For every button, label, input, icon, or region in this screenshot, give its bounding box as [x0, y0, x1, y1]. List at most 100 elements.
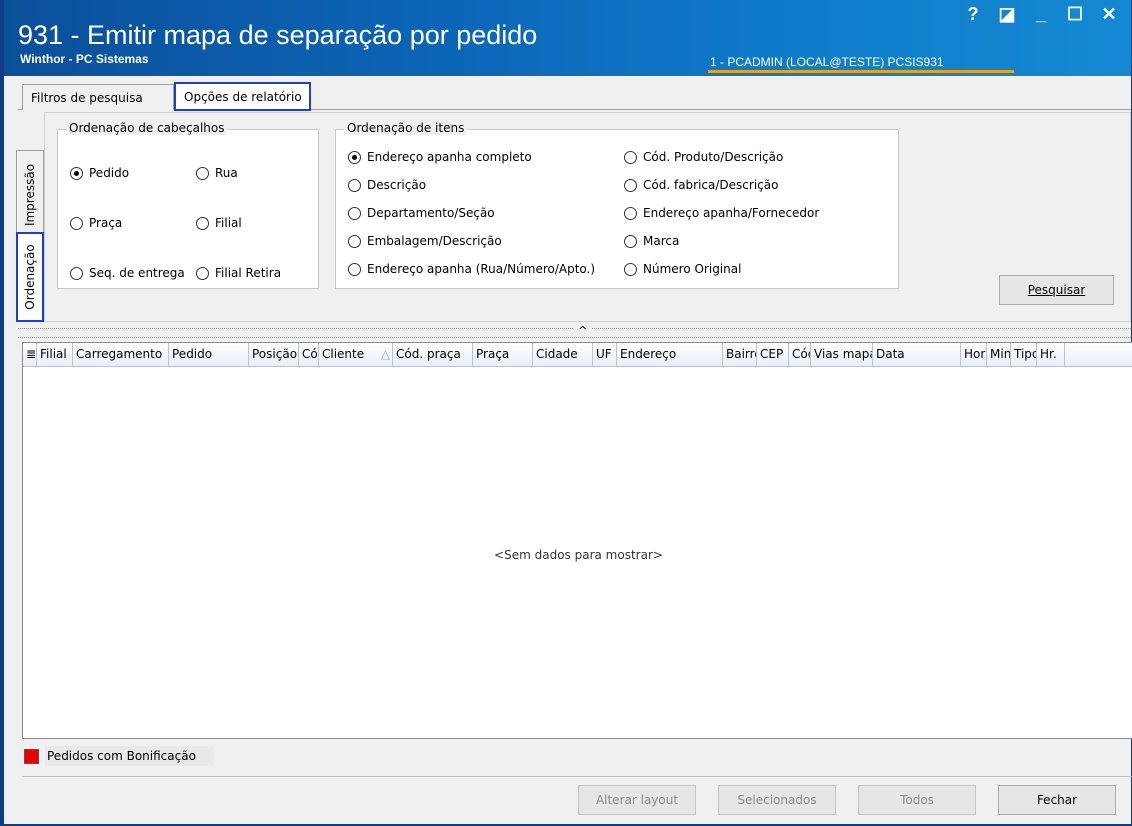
column-header-cidade[interactable]: Cidade — [533, 343, 593, 367]
radio-endereco-fornecedor[interactable]: Endereço apanha/Fornecedor — [624, 206, 819, 220]
radio-pedido[interactable]: Pedido — [70, 166, 129, 180]
radio-label: Número Original — [643, 262, 742, 276]
radio-numero-original[interactable]: Número Original — [624, 262, 741, 276]
radio-marca[interactable]: Marca — [624, 234, 679, 248]
panel-splitter[interactable]: ^ — [18, 324, 1131, 338]
column-header-praca[interactable]: Praça — [473, 343, 533, 367]
column-header-pedido[interactable]: Pedido — [169, 343, 249, 367]
user-info-underline — [708, 70, 1014, 73]
tab-impressao-label: Impressão — [23, 163, 37, 227]
radio-label: Seq. de entrega — [89, 266, 185, 280]
column-header-bairro[interactable]: Bairro — [723, 343, 757, 367]
app-window: 931 - Emitir mapa de separação por pedid… — [0, 0, 1132, 826]
window-subtitle: Winthor - PC Sistemas — [20, 52, 149, 66]
radio-label: Rua — [215, 166, 238, 180]
minimize-icon[interactable]: _ — [1031, 4, 1051, 25]
grid-header: ≣ Filial Carregamento Pedido Posição Cód… — [23, 343, 1132, 367]
column-header-filial[interactable]: Filial — [37, 343, 73, 367]
column-chooser-icon[interactable]: ≣ — [23, 343, 37, 367]
radio-embalagem-descricao[interactable]: Embalagem/Descrição — [348, 234, 502, 248]
radio-label: Endereço apanha/Fornecedor — [643, 206, 820, 220]
radio-unchecked-icon — [348, 262, 361, 276]
column-header-vias-mapa[interactable]: Vias mapa — [811, 343, 873, 367]
fechar-button[interactable]: Fechar — [998, 785, 1116, 815]
footer-bar: Alterar layout Selecionados Todos Fechar — [22, 776, 1132, 820]
ordenacao-panel: Ordenação de cabeçalhos Pedido Rua Praça… — [44, 112, 1131, 322]
user-info: 1 - PCADMIN (LOCAL@TESTE) PCSIS931 — [710, 55, 944, 69]
radio-unchecked-icon — [624, 206, 637, 220]
radio-praca[interactable]: Praça — [70, 216, 122, 230]
radio-cod-fabrica[interactable]: Cód. fabrica/Descrição — [624, 178, 778, 192]
collapse-arrow-icon[interactable]: ^ — [574, 324, 592, 337]
tab-opcoes-relatorio[interactable]: Opções de relatório — [174, 82, 311, 111]
tab-ordenacao-label: Ordenação — [23, 244, 37, 310]
radio-departamento-secao[interactable]: Departamento/Seção — [348, 206, 495, 220]
radio-unchecked-icon — [624, 150, 637, 164]
selecionados-button[interactable]: Selecionados — [718, 785, 836, 815]
radio-descricao[interactable]: Descrição — [348, 178, 426, 192]
todos-button[interactable]: Todos — [858, 785, 976, 815]
main-tabs: Filtros de pesquisa Opções de relatório — [18, 82, 1131, 111]
radio-seq-entrega[interactable]: Seq. de entrega — [70, 266, 185, 280]
window-title: 931 - Emitir mapa de separação por pedid… — [18, 20, 538, 50]
radio-unchecked-icon — [624, 262, 637, 276]
radio-label: Filial — [215, 216, 242, 230]
column-header-tipo[interactable]: Tipo — [1011, 343, 1037, 367]
column-header-endereco[interactable]: Endereço — [617, 343, 723, 367]
column-label: Cliente — [322, 347, 365, 361]
radio-unchecked-icon — [196, 166, 209, 180]
radio-label: Pedido — [89, 166, 130, 180]
restore-icon[interactable]: ◪ — [997, 4, 1017, 25]
column-header-uf[interactable]: UF — [593, 343, 617, 367]
group-title: Ordenação de cabeçalhos — [66, 121, 228, 135]
column-header-hora[interactable]: Hora — [961, 343, 987, 367]
column-header-cliente[interactable]: Cliente △ — [319, 343, 393, 367]
help-icon[interactable]: ? — [963, 4, 983, 25]
ordenacao-itens-group: Ordenação de itens Endereço apanha compl… — [335, 121, 899, 289]
column-header-minuto[interactable]: Min — [987, 343, 1011, 367]
close-icon[interactable]: ✕ — [1099, 4, 1119, 25]
radio-filial-retira[interactable]: Filial Retira — [196, 266, 281, 280]
sort-asc-icon: △ — [380, 347, 390, 361]
tab-ordenacao[interactable]: Ordenação — [16, 232, 44, 322]
bonificacao-legend-label: Pedidos com Bonificação — [45, 746, 214, 766]
radio-label: Marca — [643, 234, 680, 248]
search-button[interactable]: Pesquisar — [999, 275, 1114, 305]
column-header-cod-cliente[interactable]: Cód — [299, 343, 319, 367]
radio-label: Endereço apanha completo — [367, 150, 532, 164]
bonificacao-legend: Pedidos com Bonificação — [24, 746, 214, 766]
radio-unchecked-icon — [624, 234, 637, 248]
radio-unchecked-icon — [70, 216, 83, 230]
radio-cod-produto[interactable]: Cód. Produto/Descrição — [624, 150, 783, 164]
radio-unchecked-icon — [70, 266, 83, 280]
radio-label: Endereço apanha (Rua/Número/Apto.) — [367, 262, 596, 276]
radio-label: Cód. Produto/Descrição — [643, 150, 784, 164]
radio-endereco-completo[interactable]: Endereço apanha completo — [348, 150, 532, 164]
radio-filial[interactable]: Filial — [196, 216, 242, 230]
empty-grid-message: <Sem dados para mostrar> — [494, 548, 663, 562]
column-header-hr[interactable]: Hr. — [1037, 343, 1065, 367]
radio-checked-icon — [70, 166, 83, 180]
column-header-data[interactable]: Data — [873, 343, 961, 367]
side-tabs: Impressão Ordenação — [16, 110, 44, 322]
alterar-layout-button[interactable]: Alterar layout — [578, 785, 696, 815]
group-title: Ordenação de itens — [344, 121, 468, 135]
column-header-cep[interactable]: CEP — [757, 343, 789, 367]
maximize-icon[interactable]: ☐ — [1065, 4, 1085, 25]
tab-impressao[interactable]: Impressão — [16, 150, 44, 240]
tab-filtros-pesquisa[interactable]: Filtros de pesquisa — [22, 84, 174, 110]
ordenacao-cabecalhos-group: Ordenação de cabeçalhos Pedido Rua Praça… — [57, 121, 319, 289]
column-header-cod-praca[interactable]: Cód. praça — [393, 343, 473, 367]
column-header-cod[interactable]: Cód — [789, 343, 811, 367]
results-grid: ≣ Filial Carregamento Pedido Posição Cód… — [22, 342, 1132, 739]
radio-checked-icon — [348, 150, 361, 164]
bonificacao-color-swatch — [24, 748, 39, 764]
radio-rua[interactable]: Rua — [196, 166, 238, 180]
column-header-carregamento[interactable]: Carregamento — [73, 343, 169, 367]
radio-label: Departamento/Seção — [367, 206, 495, 220]
radio-unchecked-icon — [348, 206, 361, 220]
radio-unchecked-icon — [196, 266, 209, 280]
column-header-posicao[interactable]: Posição — [249, 343, 299, 367]
radio-unchecked-icon — [196, 216, 209, 230]
radio-endereco-rua-numero[interactable]: Endereço apanha (Rua/Número/Apto.) — [348, 262, 595, 276]
